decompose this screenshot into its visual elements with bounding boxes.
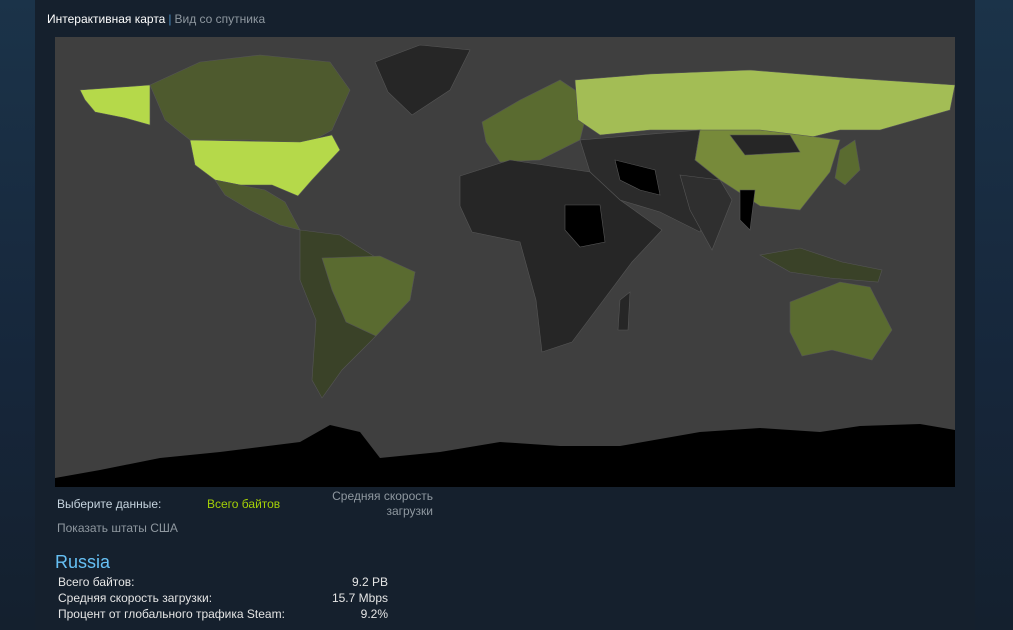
country-russia[interactable] xyxy=(574,69,955,141)
stat-label: Процент от глобального трафика Steam: xyxy=(58,607,285,621)
option-average-speed-line2: загрузки xyxy=(386,504,433,518)
country-myanmar[interactable] xyxy=(739,189,756,231)
stat-value: 15.7 Mbps xyxy=(331,591,388,605)
stat-row: Процент от глобального трафика Steam: 9.2… xyxy=(58,606,388,622)
option-average-speed-line1: Средняя скорость xyxy=(332,489,433,503)
antarctica[interactable] xyxy=(55,424,955,487)
country-alaska[interactable] xyxy=(79,84,151,126)
select-data-label: Выберите данные: xyxy=(57,497,162,511)
tab-separator: | xyxy=(168,12,172,26)
region-europe[interactable] xyxy=(481,79,591,163)
stat-value: 9.2 PB xyxy=(351,575,388,589)
stat-label: Всего байтов: xyxy=(58,575,135,589)
stat-label: Средняя скорость загрузки: xyxy=(58,591,213,605)
selected-country-name: Russia xyxy=(55,552,111,572)
country-greenland[interactable] xyxy=(374,44,471,116)
option-average-speed[interactable]: Средняя скорость загрузки xyxy=(325,489,433,519)
country-usa[interactable] xyxy=(189,134,341,197)
tab-satellite-view[interactable]: Вид со спутника xyxy=(174,12,265,26)
stat-row: Всего байтов: 9.2 PB xyxy=(58,574,388,590)
stat-value: 9.2% xyxy=(360,607,388,621)
country-madagascar[interactable] xyxy=(617,291,631,331)
country-japan[interactable] xyxy=(834,139,861,186)
view-tabs: Интерактивная карта | Вид со спутника xyxy=(47,12,265,26)
region-southeast-asia[interactable] xyxy=(759,247,883,283)
country-canada[interactable] xyxy=(149,54,351,146)
bandwidth-panel: Интерактивная карта | Вид со спутника Вы… xyxy=(35,0,975,630)
country-australia[interactable] xyxy=(789,281,893,361)
option-total-bytes[interactable]: Всего байтов xyxy=(207,497,280,511)
stat-row: Средняя скорость загрузки: 15.7 Mbps xyxy=(58,590,388,606)
world-map[interactable] xyxy=(55,37,955,487)
tab-interactive-map[interactable]: Интерактивная карта xyxy=(47,12,165,26)
show-us-states-link[interactable]: Показать штаты США xyxy=(57,521,178,535)
country-stats: Всего байтов: 9.2 PB Средняя скорость заг… xyxy=(58,574,388,622)
